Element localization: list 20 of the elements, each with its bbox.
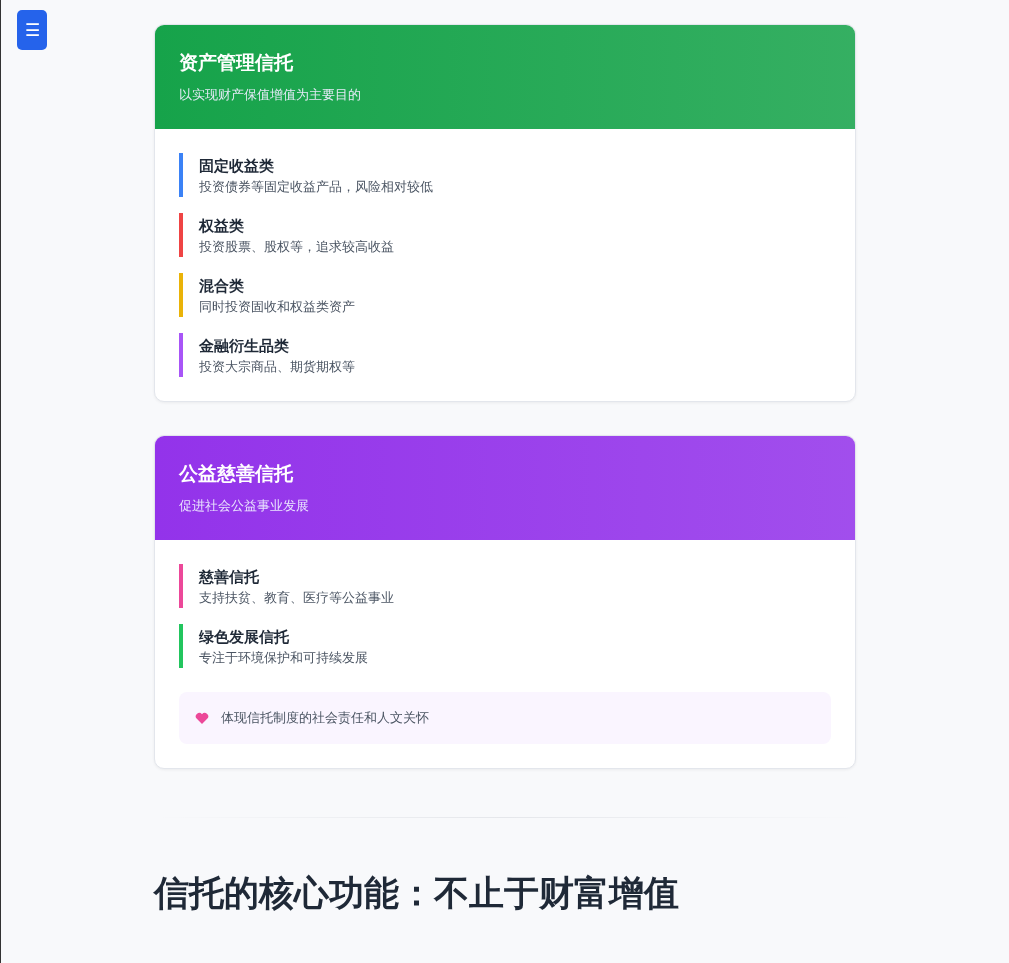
card-title: 资产管理信托 <box>179 50 294 75</box>
item-description: 专注于环境保护和可持续发展 <box>199 648 369 667</box>
card-subtitle: 促进社会公益事业发展 <box>179 497 310 515</box>
item-description: 投资大宗商品、期货期权等 <box>199 357 356 376</box>
note-text: 体现信托制度的社会责任和人文关怀 <box>221 709 429 727</box>
item-title: 绿色发展信托 <box>199 627 290 647</box>
item-title: 混合类 <box>199 276 245 296</box>
menu-button[interactable]: ☰ <box>17 10 47 50</box>
item-description: 同时投资固收和权益类资产 <box>199 297 356 316</box>
card-title: 公益慈善信托 <box>179 461 294 486</box>
item-title: 慈善信托 <box>199 567 260 587</box>
item-description: 投资债券等固定收益产品，风险相对较低 <box>199 177 434 196</box>
item-title: 权益类 <box>199 216 245 236</box>
heart-icon <box>195 712 209 724</box>
item-title: 金融衍生品类 <box>199 336 290 356</box>
item-description: 支持扶贫、教育、医疗等公益事业 <box>199 588 395 607</box>
item-title: 固定收益类 <box>199 156 275 176</box>
card-subtitle: 以实现财产保值增值为主要目的 <box>179 86 362 104</box>
section-heading: 信托的核心功能：不止于财富增值 <box>154 871 680 915</box>
item-description: 投资股票、股权等，追求较高收益 <box>199 237 395 256</box>
